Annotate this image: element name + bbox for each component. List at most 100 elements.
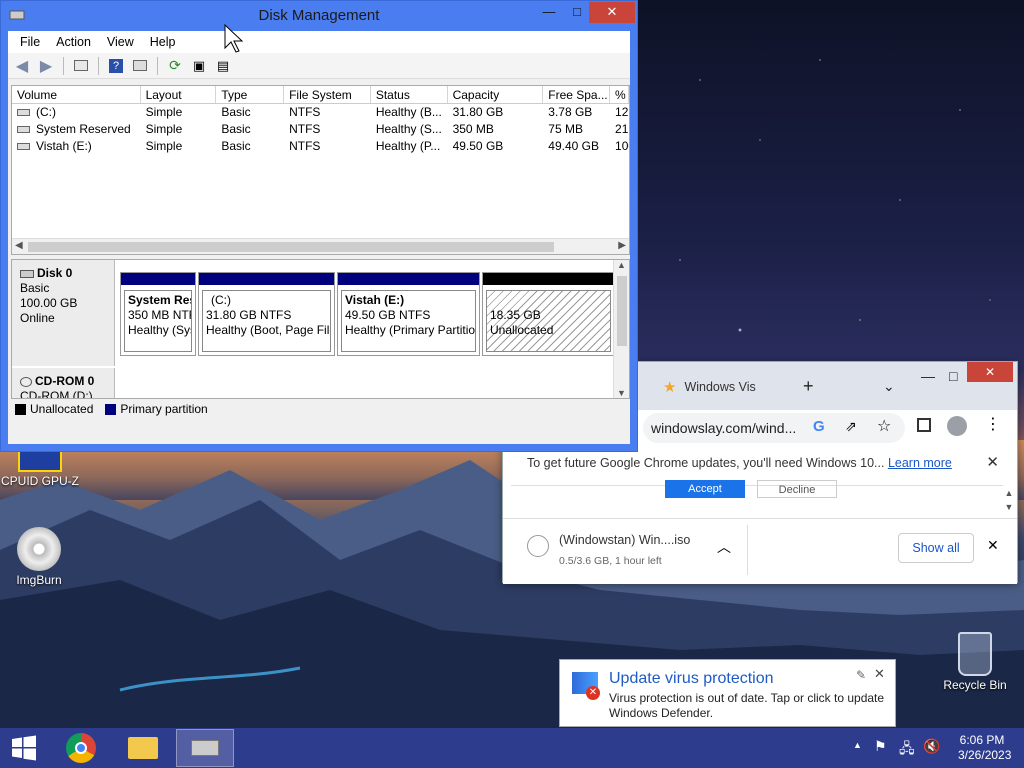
page-decline-button[interactable]: Decline bbox=[757, 480, 837, 498]
col-file-system[interactable]: File System bbox=[284, 86, 371, 103]
address-bar[interactable]: windowslay.com/wind... bbox=[643, 413, 905, 443]
table-row[interactable]: (C:) Simple Basic NTFS Healthy (B... 31.… bbox=[12, 104, 629, 121]
disk-icon bbox=[20, 269, 34, 278]
chrome-menu-icon[interactable]: ⋮ bbox=[985, 414, 1001, 434]
volume-muted-icon[interactable]: 🔇 bbox=[923, 738, 940, 755]
col-capacity[interactable]: Capacity bbox=[448, 86, 544, 103]
folder-icon bbox=[128, 737, 158, 759]
volume-pct: 100 bbox=[615, 139, 629, 153]
partition-unallocated[interactable]: 18.35 GB Unallocated bbox=[482, 272, 615, 356]
table-row[interactable]: System Reserved Simple Basic NTFS Health… bbox=[12, 121, 629, 138]
clock[interactable]: 6:06 PM 3/26/2023 bbox=[958, 733, 1012, 763]
col-layout[interactable]: Layout bbox=[141, 86, 217, 103]
col-type[interactable]: Type bbox=[216, 86, 285, 103]
volume-capacity: 49.50 GB bbox=[452, 139, 504, 153]
horizontal-scrollbar[interactable]: ◀ ▶ bbox=[12, 238, 629, 254]
chrome-tab[interactable]: ★ Windows Vis bbox=[655, 372, 785, 402]
scroll-right-icon[interactable]: ▶ bbox=[618, 240, 626, 251]
col-volume[interactable]: Volume bbox=[12, 86, 141, 103]
partition-c[interactable]: (C:) 31.80 GB NTFS Healthy (Boot, Page F… bbox=[198, 272, 335, 356]
cdrom-icon bbox=[20, 376, 32, 387]
notification-close-icon[interactable]: ✕ bbox=[874, 666, 885, 682]
chrome-maximize-button[interactable]: □ bbox=[949, 368, 957, 384]
share-icon[interactable]: ⇗ bbox=[845, 418, 857, 435]
volume-fs: NTFS bbox=[289, 105, 321, 119]
new-tab-button[interactable]: + bbox=[803, 376, 814, 397]
scroll-up-icon[interactable]: ▲ bbox=[614, 260, 629, 270]
defender-notification[interactable]: ✕ Update virus protection Virus protecti… bbox=[559, 659, 896, 727]
disk-management-window[interactable]: Disk Management — □ ✕ File Action View H… bbox=[0, 0, 638, 452]
download-chevron-up-icon[interactable]: ︿ bbox=[717, 537, 731, 557]
minimize-button[interactable]: — bbox=[535, 2, 563, 23]
titlebar[interactable]: Disk Management — □ ✕ bbox=[1, 1, 637, 31]
learn-more-link[interactable]: Learn more bbox=[888, 456, 952, 470]
download-divider bbox=[747, 525, 748, 575]
network-icon[interactable]: 🖧 bbox=[899, 738, 915, 762]
legend-primary: Primary partition bbox=[120, 402, 208, 416]
vertical-scrollbar[interactable]: ▲ ▼ bbox=[613, 260, 629, 398]
show-all-button[interactable]: Show all bbox=[898, 533, 974, 563]
console-tree-icon[interactable] bbox=[71, 56, 91, 76]
window-client: File Action View Help ◀ ▶ ? ⟳ ▣ ▤ Volume… bbox=[8, 31, 630, 444]
action-center-flag-icon[interactable]: ⚑ bbox=[874, 738, 887, 755]
settings-icon[interactable]: ▤ bbox=[213, 56, 233, 76]
mouse-cursor-icon bbox=[224, 24, 244, 53]
close-button[interactable]: ✕ bbox=[589, 2, 635, 23]
clock-date: 3/26/2023 bbox=[958, 748, 1012, 762]
start-button[interactable] bbox=[0, 729, 48, 767]
scroll-left-icon[interactable]: ◀ bbox=[15, 240, 23, 251]
properties-icon[interactable] bbox=[130, 56, 150, 76]
desktop-icon-recycle-bin[interactable]: Recycle Bin bbox=[935, 632, 1015, 692]
partition-bar bbox=[121, 273, 195, 285]
refresh-icon[interactable]: ⟳ bbox=[165, 56, 185, 76]
maximize-button[interactable]: □ bbox=[563, 2, 591, 23]
chrome-tab-title: Windows Vis bbox=[684, 380, 756, 394]
download-shelf-close-icon[interactable]: ✕ bbox=[987, 537, 999, 554]
tab-search-chevron-icon[interactable]: ⌄ bbox=[883, 378, 895, 395]
download-filename[interactable]: (Windowstan) Win....iso bbox=[559, 533, 690, 547]
table-row[interactable]: Vistah (E:) Simple Basic NTFS Healthy (P… bbox=[12, 138, 629, 155]
page-accept-button[interactable]: Accept bbox=[665, 480, 745, 498]
taskbar-chrome[interactable] bbox=[52, 729, 110, 767]
bookmark-star-icon[interactable]: ☆ bbox=[877, 416, 891, 436]
chrome-minimize-button[interactable]: — bbox=[921, 368, 935, 384]
partition-bar bbox=[338, 273, 479, 285]
menu-help[interactable]: Help bbox=[142, 35, 184, 49]
pin-icon[interactable]: ✎ bbox=[856, 668, 866, 682]
col-status[interactable]: Status bbox=[371, 86, 448, 103]
legend-primary-swatch bbox=[105, 403, 117, 415]
disk0-size: 100.00 GB bbox=[20, 296, 78, 310]
volume-name: (C:) bbox=[12, 104, 141, 121]
volume-type: Basic bbox=[221, 139, 251, 153]
forward-arrow-icon[interactable]: ▶ bbox=[36, 56, 56, 76]
taskbar-disk-management[interactable] bbox=[176, 729, 234, 767]
col-free-space[interactable]: Free Spa... bbox=[543, 86, 611, 103]
rescan-disks-icon[interactable]: ▣ bbox=[189, 56, 209, 76]
chrome-close-button[interactable]: ✕ bbox=[967, 362, 1013, 382]
back-arrow-icon[interactable]: ◀ bbox=[12, 56, 32, 76]
show-hidden-icons-icon[interactable]: ▲ bbox=[853, 740, 862, 750]
menu-view[interactable]: View bbox=[99, 35, 142, 49]
cdrom0-label[interactable]: CD-ROM 0 CD-ROM (D:) bbox=[12, 368, 115, 398]
desktop-icon-imgburn[interactable]: ImgBurn bbox=[0, 527, 79, 587]
profile-avatar[interactable] bbox=[947, 416, 967, 436]
infobar-close-icon[interactable]: ✕ bbox=[986, 448, 999, 478]
infobar-text: To get future Google Chrome updates, you… bbox=[527, 456, 885, 470]
disk0-label[interactable]: Disk 0 Basic 100.00 GB Online bbox=[12, 260, 115, 366]
google-icon[interactable]: G bbox=[813, 418, 825, 435]
download-status: 0.5/3.6 GB, 1 hour left bbox=[559, 555, 662, 567]
scrollbar-thumb[interactable] bbox=[28, 242, 554, 252]
col-percent-free[interactable]: % F bbox=[610, 86, 629, 103]
help-icon[interactable]: ? bbox=[106, 56, 126, 76]
partition-bar bbox=[483, 273, 614, 285]
side-panel-icon[interactable] bbox=[917, 418, 931, 432]
partition-vistah-e[interactable]: Vistah (E:) 49.50 GB NTFS Healthy (Prima… bbox=[337, 272, 480, 356]
menu-file[interactable]: File bbox=[12, 35, 48, 49]
menu-action[interactable]: Action bbox=[48, 35, 99, 49]
partition-system-reserved[interactable]: System Res 350 MB NTF Healthy (Sys bbox=[120, 272, 196, 356]
page-vscroll[interactable]: ▲ ▼ bbox=[1001, 486, 1017, 518]
scrollbar-thumb[interactable] bbox=[617, 276, 627, 346]
taskbar-file-explorer[interactable] bbox=[114, 729, 172, 767]
scroll-down-icon[interactable]: ▼ bbox=[617, 388, 626, 398]
disk0-state: Online bbox=[20, 311, 55, 325]
